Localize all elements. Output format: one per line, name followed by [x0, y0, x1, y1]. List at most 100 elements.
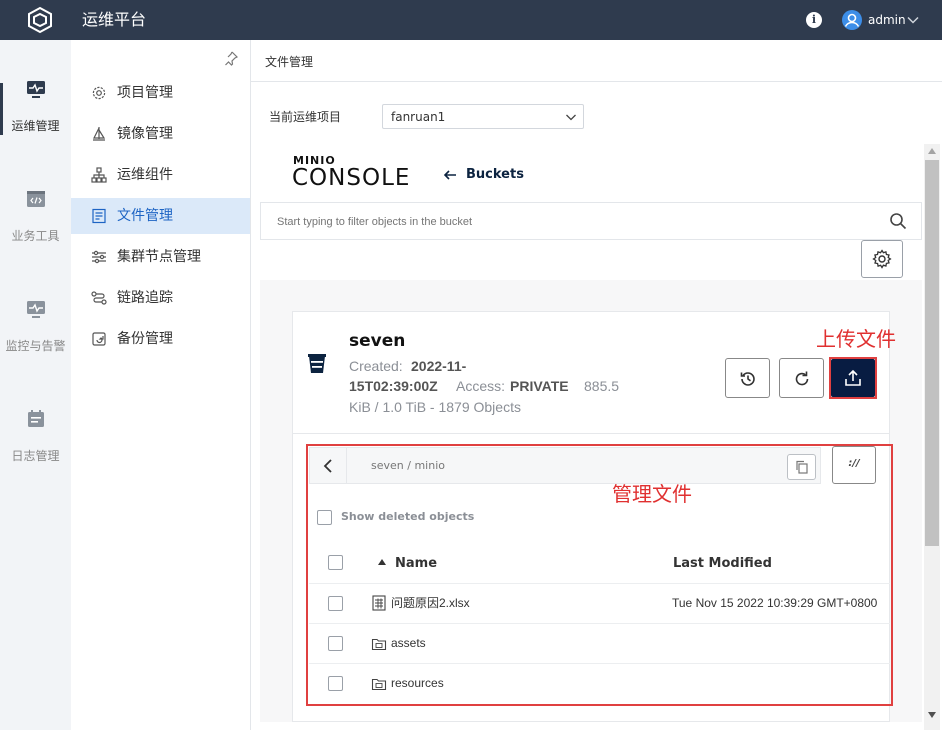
- rail-item-label: 日志管理: [11, 449, 60, 463]
- refresh-button[interactable]: [779, 358, 824, 398]
- bucket-icon: [308, 354, 326, 373]
- subnav-item-tracing[interactable]: 链路追踪: [71, 280, 250, 316]
- code-window-icon: [27, 191, 45, 207]
- user-name[interactable]: admin: [868, 12, 906, 28]
- sail-icon: [93, 127, 106, 141]
- column-header-modified[interactable]: Last Modified: [673, 555, 772, 572]
- calendar-log-icon: [28, 410, 44, 427]
- copy-path-button[interactable]: [787, 454, 816, 480]
- refresh-icon: [795, 371, 809, 386]
- folder-icon: [371, 638, 387, 651]
- history-button[interactable]: [725, 358, 770, 398]
- secondary-nav: 项目管理 镜像管理 运维组件 文件管理 集群节点管理 链路追踪 备份管理: [71, 40, 251, 730]
- top-bar: 运维平台 i admin: [0, 0, 942, 40]
- upload-button[interactable]: [831, 359, 875, 397]
- subnav-item-label: 项目管理: [117, 85, 173, 101]
- pin-icon[interactable]: [223, 50, 239, 66]
- row-checkbox[interactable]: [328, 636, 343, 651]
- object-filter-input[interactable]: [277, 214, 857, 230]
- scroll-up-arrow-icon[interactable]: [928, 148, 936, 154]
- bucket-name: seven: [349, 331, 406, 351]
- project-select[interactable]: fanruan1: [382, 104, 584, 129]
- divider: [309, 583, 890, 584]
- chevron-down-icon[interactable]: [906, 13, 920, 27]
- bucket-access-label: Access:: [456, 378, 506, 394]
- avatar[interactable]: [842, 10, 862, 30]
- info-icon[interactable]: i: [806, 12, 822, 28]
- project-select-value: fanruan1: [391, 110, 446, 124]
- file-modified: Tue Nov 15 2022 10:39:29 GMT+0800: [672, 596, 878, 610]
- folder-icon: [371, 678, 387, 691]
- subnav-item-backup[interactable]: 备份管理: [71, 321, 250, 357]
- row-checkbox[interactable]: [328, 676, 343, 691]
- subnav-item-images[interactable]: 镜像管理: [71, 116, 250, 152]
- subnav-item-label: 镜像管理: [117, 126, 173, 142]
- bucket-created-value: 2022-11-: [411, 358, 467, 374]
- chevron-down-icon: [566, 114, 576, 121]
- file-name[interactable]: 问题原因2.xlsx: [391, 595, 470, 611]
- trace-icon: [91, 291, 107, 305]
- back-arrow-icon[interactable]: [443, 169, 457, 181]
- bucket-created-label: Created:: [349, 358, 403, 374]
- sliders-icon: [92, 250, 106, 264]
- bucket-access-value: PRIVATE: [510, 378, 569, 394]
- backup-icon: [92, 332, 106, 346]
- breadcrumb: seven / minio: [309, 447, 821, 484]
- logo-cube-icon[interactable]: [26, 6, 54, 34]
- rail-item-label: 运维管理: [11, 119, 60, 133]
- search-icon[interactable]: [889, 212, 907, 230]
- scroll-down-arrow-icon[interactable]: [928, 712, 936, 718]
- app-title: 运维平台: [82, 10, 147, 29]
- bucket-created-value-cont: 15T02:39:00Z: [349, 378, 438, 394]
- rail-item-label: 业务工具: [11, 229, 60, 243]
- rail-item-tools[interactable]: 业务工具: [0, 188, 71, 268]
- scrollbar-thumb[interactable]: [925, 160, 939, 546]
- chevron-left-icon[interactable]: [320, 458, 336, 474]
- page-title: 文件管理: [265, 55, 314, 69]
- subnav-item-label: 文件管理: [117, 208, 173, 224]
- manage-annotation: 管理文件: [612, 482, 692, 506]
- divider: [309, 663, 890, 664]
- gear-icon: [92, 86, 106, 100]
- rail-item-ops[interactable]: 运维管理: [0, 78, 71, 158]
- history-icon: [740, 372, 755, 386]
- subnav-item-label: 运维组件: [117, 167, 173, 183]
- show-deleted-checkbox[interactable]: [317, 510, 332, 525]
- divider: [293, 433, 890, 434]
- page-header: 文件管理: [251, 40, 942, 82]
- monitor-pulse-icon: [27, 81, 45, 98]
- gear-icon: [872, 249, 892, 269]
- subnav-item-label: 集群节点管理: [117, 249, 201, 265]
- monitor-alert-icon: [27, 301, 45, 318]
- bucket-size: 885.5: [584, 378, 620, 394]
- minio-console-logo: CONSOLE: [292, 165, 411, 191]
- breadcrumb-path[interactable]: seven / minio: [371, 458, 445, 473]
- buckets-link[interactable]: Buckets: [466, 167, 524, 183]
- rewind-button[interactable]: ://: [832, 446, 876, 484]
- sort-up-icon[interactable]: [377, 558, 387, 566]
- column-header-name[interactable]: Name: [395, 555, 437, 572]
- rail-item-logs[interactable]: 日志管理: [0, 408, 71, 488]
- select-all-checkbox[interactable]: [328, 555, 343, 570]
- rewind-label: ://: [848, 458, 860, 469]
- row-checkbox[interactable]: [328, 596, 343, 611]
- rail-item-label: 监控与告警: [5, 339, 66, 353]
- object-filter: [260, 202, 922, 240]
- document-icon: [92, 208, 106, 224]
- upload-annotation: 上传文件: [816, 327, 896, 351]
- divider: [309, 623, 890, 624]
- subnav-item-components[interactable]: 运维组件: [71, 157, 250, 193]
- copy-icon: [796, 460, 808, 474]
- spreadsheet-file-icon: [372, 595, 386, 611]
- settings-button[interactable]: [861, 240, 903, 278]
- bucket-usage: KiB / 1.0 TiB - 1879 Objects: [349, 399, 521, 415]
- subnav-item-label: 链路追踪: [117, 290, 173, 306]
- file-name[interactable]: assets: [391, 635, 426, 651]
- show-deleted-label[interactable]: Show deleted objects: [341, 509, 474, 524]
- subnav-item-projects[interactable]: 项目管理: [71, 75, 250, 111]
- file-name[interactable]: resources: [391, 675, 444, 691]
- rail-item-monitoring[interactable]: 监控与告警: [0, 298, 71, 378]
- upload-icon: [845, 369, 861, 386]
- subnav-item-files[interactable]: 文件管理: [71, 198, 250, 234]
- subnav-item-cluster-nodes[interactable]: 集群节点管理: [71, 239, 250, 275]
